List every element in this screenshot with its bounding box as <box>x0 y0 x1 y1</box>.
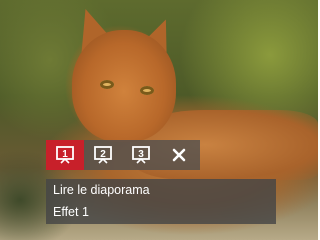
menu-title: Lire le diaporama <box>53 183 150 197</box>
slideshow-3-number: 3 <box>138 149 144 160</box>
slideshow-effect-3-button[interactable]: 3 <box>122 140 160 170</box>
slideshow-2-number: 2 <box>100 149 106 160</box>
camera-screen: 1 2 3 Lire le diaporama Effet 1 <box>0 0 318 240</box>
close-button[interactable] <box>160 140 198 170</box>
slideshow-info-panel: Lire le diaporama Effet 1 <box>46 179 276 224</box>
slideshow-2-icon: 2 <box>94 146 112 164</box>
slideshow-effect-1-button[interactable]: 1 <box>46 140 84 170</box>
slideshow-icon-bar: 1 2 3 <box>46 140 200 170</box>
slideshow-1-number: 1 <box>62 149 68 160</box>
menu-value: Effet 1 <box>53 205 89 219</box>
slideshow-1-icon: 1 <box>56 146 74 164</box>
close-icon <box>172 148 186 162</box>
cat-head <box>72 30 176 142</box>
slideshow-effect-2-button[interactable]: 2 <box>84 140 122 170</box>
cat-eye-left <box>100 80 114 89</box>
cat-eye-right <box>140 86 154 95</box>
slideshow-3-icon: 3 <box>132 146 150 164</box>
